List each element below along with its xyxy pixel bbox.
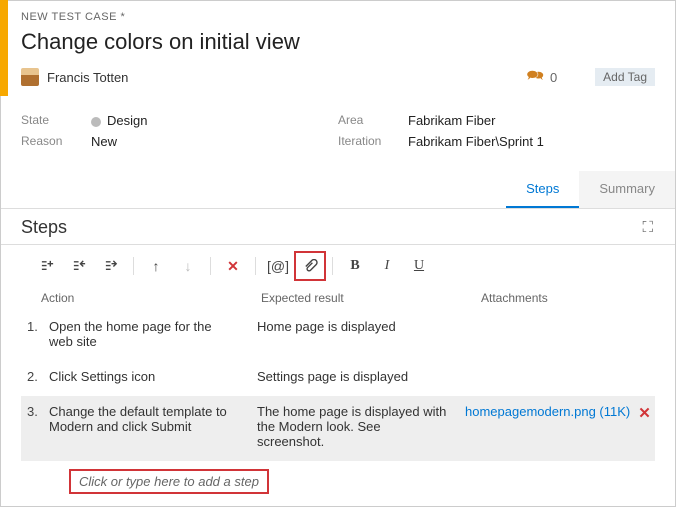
discussion-count: 0 [550, 70, 557, 85]
state-dot-icon [91, 117, 101, 127]
discussion-icon: 🗪 [527, 65, 544, 89]
separator [332, 257, 333, 275]
col-expected: Expected result [261, 291, 461, 305]
steps-grid: 1. Open the home page for the web site H… [1, 311, 675, 494]
step-attachments: homepagemodern.png (11K) ✕ [465, 404, 655, 449]
step-row[interactable]: 3. Change the default template to Modern… [21, 396, 655, 461]
column-headers: Action Expected result Attachments [1, 287, 675, 311]
step-action[interactable]: Change the default template to Modern an… [49, 404, 249, 449]
meta-fields: State Design Reason New Area Fabrikam Fi… [1, 99, 675, 171]
step-attachments [465, 369, 655, 384]
separator [255, 257, 256, 275]
underline-icon[interactable]: U [403, 251, 435, 281]
create-shared-steps-icon[interactable] [95, 251, 127, 281]
step-number: 2. [27, 369, 49, 384]
remove-attachment-icon[interactable]: ✕ [638, 404, 651, 422]
step-row[interactable]: 1. Open the home page for the web site H… [21, 311, 655, 361]
step-action[interactable]: Open the home page for the web site [49, 319, 249, 349]
state-value[interactable]: Design [91, 113, 147, 128]
reason-label: Reason [21, 134, 91, 149]
step-expected[interactable]: The home page is displayed with the Mode… [257, 404, 457, 449]
steps-toolbar: ↑ ↓ ✕ [@] B I U [1, 245, 675, 287]
step-attachments [465, 319, 655, 349]
area-value[interactable]: Fabrikam Fiber [408, 113, 495, 128]
page-title[interactable]: Change colors on initial view [21, 29, 655, 55]
delete-step-icon[interactable]: ✕ [217, 251, 249, 281]
move-up-icon[interactable]: ↑ [140, 251, 172, 281]
step-expected[interactable]: Home page is displayed [257, 319, 457, 349]
add-attachment-icon[interactable] [294, 251, 326, 281]
area-label: Area [338, 113, 408, 128]
discussion-link[interactable]: 🗪 0 [527, 65, 558, 89]
step-expected[interactable]: Settings page is displayed [257, 369, 457, 384]
breadcrumb: NEW TEST CASE * [21, 11, 655, 23]
insert-step-icon[interactable] [31, 251, 63, 281]
separator [133, 257, 134, 275]
reason-value[interactable]: New [91, 134, 117, 149]
iteration-label: Iteration [338, 134, 408, 149]
move-down-icon[interactable]: ↓ [172, 251, 204, 281]
step-row[interactable]: 2. Click Settings icon Settings page is … [21, 361, 655, 396]
avatar[interactable] [21, 68, 39, 86]
step-number: 1. [27, 319, 49, 349]
insert-shared-step-icon[interactable] [63, 251, 95, 281]
step-number: 3. [27, 404, 49, 449]
tab-steps[interactable]: Steps [506, 171, 579, 208]
col-attachments: Attachments [481, 291, 548, 305]
insert-parameter-icon[interactable]: [@] [262, 251, 294, 281]
maximize-icon[interactable]: ⛶ [642, 219, 655, 236]
accent-bar [0, 0, 8, 96]
col-action: Action [41, 291, 241, 305]
new-step-input[interactable]: Click or type here to add a step [69, 469, 269, 494]
separator [210, 257, 211, 275]
state-label: State [21, 113, 91, 128]
step-action[interactable]: Click Settings icon [49, 369, 249, 384]
attachment-link[interactable]: homepagemodern.png (11K) [465, 404, 630, 419]
tab-summary[interactable]: Summary [579, 171, 675, 208]
iteration-value[interactable]: Fabrikam Fiber\Sprint 1 [408, 134, 544, 149]
italic-icon[interactable]: I [371, 251, 403, 281]
work-item-header: NEW TEST CASE * Change colors on initial… [1, 1, 675, 99]
assigned-to[interactable]: Francis Totten [47, 70, 519, 85]
add-tag-button[interactable]: Add Tag [595, 68, 655, 86]
bold-icon[interactable]: B [339, 251, 371, 281]
tab-bar: Steps Summary [1, 171, 675, 209]
section-title: Steps [21, 217, 67, 238]
